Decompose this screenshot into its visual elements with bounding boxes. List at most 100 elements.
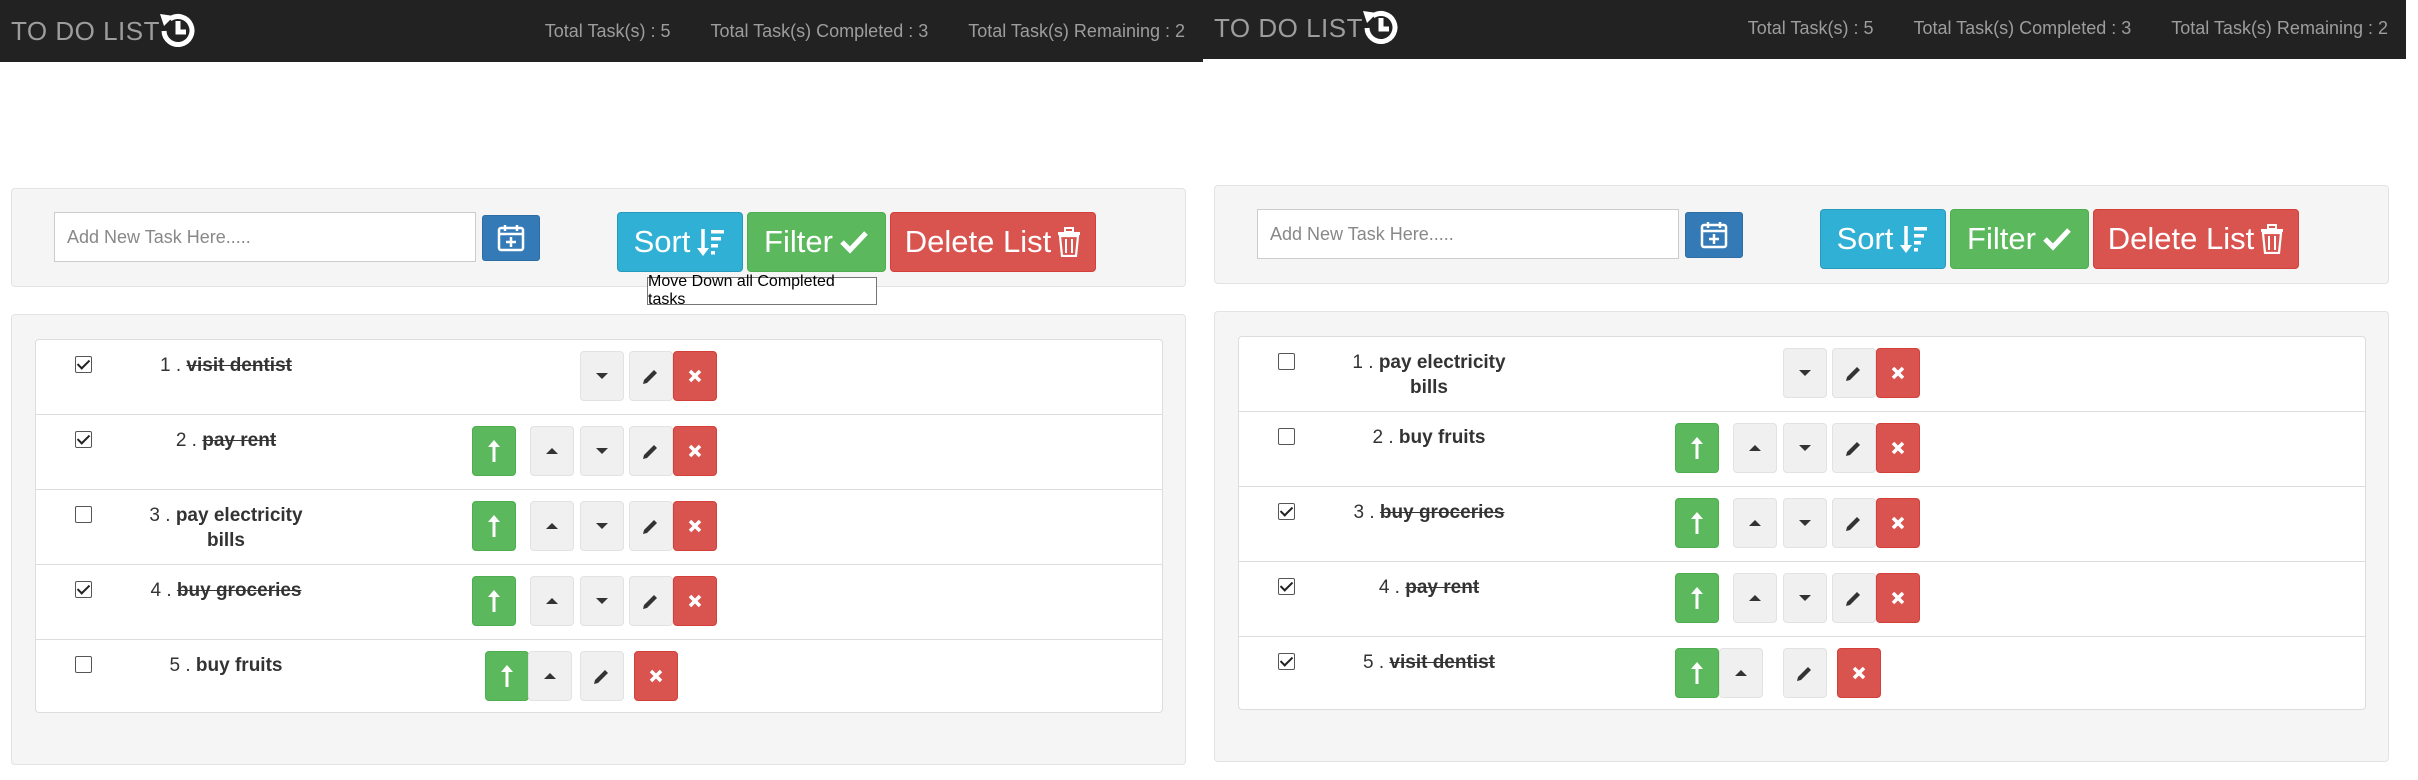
edit-button[interactable] [629,501,673,551]
move-down-button[interactable] [1783,348,1827,398]
task-text: 1 . visit dentist [136,353,316,378]
task-checkbox[interactable] [1278,428,1295,445]
task-number: 3 . [149,505,171,526]
task-text: 1 . pay electricity bills [1339,350,1519,400]
caret-up-icon [546,598,558,604]
filter-button[interactable]: Filter [1950,209,2089,269]
move-to-top-button[interactable] [1675,498,1719,548]
edit-button[interactable] [580,651,624,701]
move-up-button[interactable] [530,576,574,626]
move-down-button[interactable] [580,426,624,476]
edit-button[interactable] [629,576,673,626]
delete-task-button[interactable] [1837,648,1881,698]
caret-up-icon [1735,670,1747,676]
delete-task-button[interactable] [673,426,717,476]
move-up-button[interactable] [530,501,574,551]
delete-task-button[interactable] [1876,498,1920,548]
delete-list-label: Delete List [2107,221,2255,256]
add-task-button[interactable] [1685,212,1743,258]
move-to-top-button[interactable] [1675,423,1719,473]
delete-list-button[interactable]: Delete List [2093,209,2299,269]
remaining-tasks-stat: Total Task(s) Remaining : 2 [2171,17,2388,38]
move-up-button[interactable] [1733,573,1777,623]
edit-button[interactable] [629,351,673,401]
edit-button[interactable] [1832,423,1876,473]
close-icon [1891,516,1905,530]
move-up-button[interactable] [1733,423,1777,473]
task-checkbox[interactable] [75,656,92,673]
delete-task-button[interactable] [673,501,717,551]
edit-button[interactable] [1832,348,1876,398]
filter-button[interactable]: Filter [747,212,886,272]
close-icon [1891,441,1905,455]
delete-task-button[interactable] [1876,573,1920,623]
move-down-button[interactable] [1783,573,1827,623]
pencil-icon [1846,442,1860,456]
delete-task-button[interactable] [1876,423,1920,473]
brand-title[interactable]: TO DO LIST [1214,13,1363,44]
caret-down-icon [1799,520,1811,526]
sort-amount-down-icon [697,229,725,256]
edit-button[interactable] [629,426,673,476]
edit-button[interactable] [1832,573,1876,623]
delete-task-button[interactable] [673,351,717,401]
close-icon [649,669,663,683]
task-number: 3 . [1353,502,1375,523]
task-checkbox[interactable] [75,431,92,448]
task-checkbox[interactable] [1278,503,1295,520]
delete-list-button[interactable]: Delete List [890,212,1096,272]
caret-up-icon [1749,445,1761,451]
task-checkbox[interactable] [75,581,92,598]
move-up-button[interactable] [1733,498,1777,548]
todo-pane-right: TO DO LIST Total Task(s) : 5 Total Task(… [1203,0,2406,777]
move-up-button[interactable] [530,426,574,476]
move-down-button[interactable] [580,576,624,626]
task-number: 2 . [175,430,197,451]
delete-task-button[interactable] [673,576,717,626]
pencil-icon [643,445,657,459]
edit-button[interactable] [1783,648,1827,698]
new-task-input[interactable] [54,212,476,262]
task-label: pay rent [202,430,277,451]
task-checkbox[interactable] [1278,653,1295,670]
delete-task-button[interactable] [634,651,678,701]
move-to-top-button[interactable] [485,651,529,701]
move-to-top-button[interactable] [472,501,516,551]
close-icon [688,519,702,533]
move-down-button[interactable] [580,351,624,401]
task-text: 4 . buy groceries [136,578,316,603]
task-label: pay electricity bills [1378,352,1506,398]
sort-button[interactable]: Sort [617,212,743,272]
sort-button[interactable]: Sort [1820,209,1946,269]
move-to-top-button[interactable] [1675,573,1719,623]
move-to-top-button[interactable] [472,426,516,476]
edit-button[interactable] [1832,498,1876,548]
navbar: TO DO LIST Total Task(s) : 5 Total Task(… [1203,0,2406,59]
brand-title[interactable]: TO DO LIST [11,16,160,47]
move-up-button[interactable] [1719,648,1763,698]
task-label: pay electricity bills [175,505,303,551]
move-down-button[interactable] [580,501,624,551]
task-label: buy groceries [176,580,302,601]
task-checkbox[interactable] [1278,578,1295,595]
move-up-button[interactable] [528,651,572,701]
sort-label: Sort [633,224,691,259]
caret-down-icon [596,448,608,454]
caret-up-icon [546,523,558,529]
add-task-button[interactable] [482,215,540,261]
move-to-top-button[interactable] [1675,648,1719,698]
move-down-button[interactable] [1783,498,1827,548]
caret-down-icon [1799,370,1811,376]
check-icon [2043,228,2071,251]
arrow-up-icon [1691,512,1703,534]
arrow-up-icon [1691,587,1703,609]
task-checkbox[interactable] [75,506,92,523]
delete-task-button[interactable] [1876,348,1920,398]
task-checkbox[interactable] [75,356,92,373]
task-checkbox[interactable] [1278,353,1295,370]
new-task-input[interactable] [1257,209,1679,259]
task-row: 1 . pay electricity bills [1239,337,2365,412]
move-down-button[interactable] [1783,423,1827,473]
move-to-top-button[interactable] [472,576,516,626]
task-number: 1 . [1352,352,1374,373]
